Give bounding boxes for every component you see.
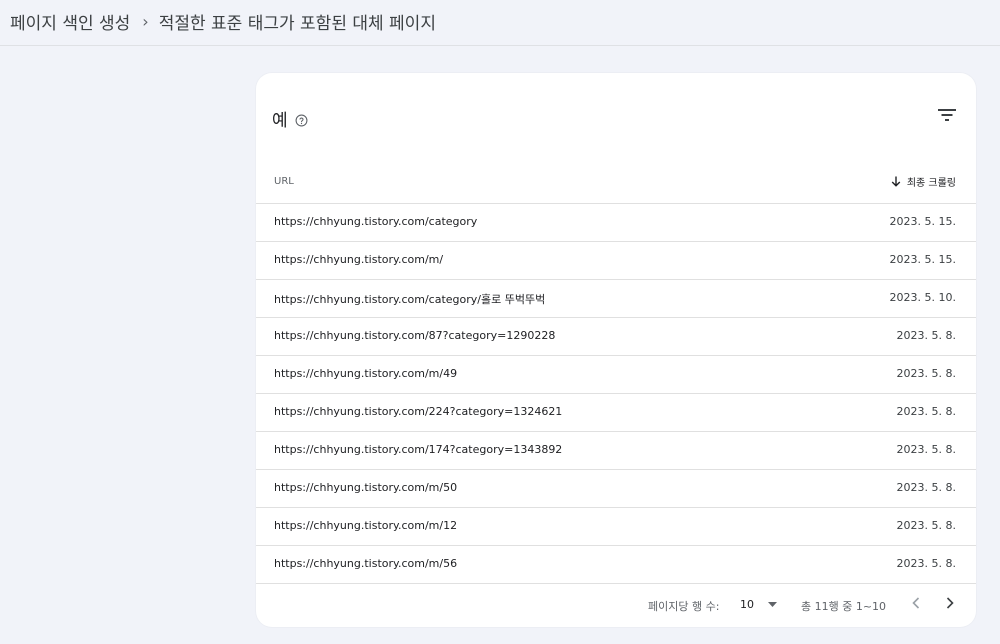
row-url[interactable]: https://chhyung.tistory.com/224?category…	[274, 405, 562, 418]
table-header: URL 최종 크롤링	[256, 162, 976, 204]
row-last-crawled-date: 2023. 5. 8.	[896, 367, 956, 380]
table-row[interactable]: https://chhyung.tistory.com/224?category…	[256, 394, 976, 432]
card-title: 예	[272, 106, 308, 131]
page-header: 페이지 색인 생성 › 적절한 표준 태그가 포함된 대체 페이지	[0, 0, 1000, 46]
row-last-crawled-date: 2023. 5. 15.	[889, 253, 956, 266]
breadcrumb-separator-icon: ›	[142, 12, 149, 31]
row-last-crawled-date: 2023. 5. 8.	[896, 329, 956, 342]
card-title-text: 예	[272, 111, 288, 131]
breadcrumb: 페이지 색인 생성 › 적절한 표준 태그가 포함된 대체 페이지	[10, 9, 436, 34]
table-row[interactable]: https://chhyung.tistory.com/87?category=…	[256, 318, 976, 356]
row-url[interactable]: https://chhyung.tistory.com/category	[274, 215, 477, 228]
table-row[interactable]: https://chhyung.tistory.com/category 2023…	[256, 204, 976, 242]
examples-card: 예 URL 최종 크롤링 https://chhyung.tistory.com…	[256, 73, 976, 627]
table-row[interactable]: https://chhyung.tistory.com/m/50 2023. 5.…	[256, 470, 976, 508]
row-last-crawled-date: 2023. 5. 8.	[896, 481, 956, 494]
row-last-crawled-date: 2023. 5. 8.	[896, 405, 956, 418]
breadcrumb-parent-link[interactable]: 페이지 색인 생성	[10, 9, 130, 34]
column-header-url[interactable]: URL	[274, 176, 294, 187]
row-url[interactable]: https://chhyung.tistory.com/m/50	[274, 481, 457, 494]
row-last-crawled-date: 2023. 5. 8.	[896, 557, 956, 570]
column-header-last-crawled-label: 최종 크롤링	[906, 178, 956, 189]
table-row[interactable]: https://chhyung.tistory.com/m/49 2023. 5.…	[256, 356, 976, 394]
chevron-right-icon	[946, 597, 954, 609]
rows-per-page-value: 10	[740, 598, 754, 611]
row-url[interactable]: https://chhyung.tistory.com/m/49	[274, 367, 457, 380]
page-range-label: 총 11행 중 1~10	[801, 600, 887, 613]
rows-per-page-label: 페이지당 행 수:	[648, 600, 720, 613]
row-url[interactable]: https://chhyung.tistory.com/87?category=…	[274, 329, 555, 342]
table-row[interactable]: https://chhyung.tistory.com/174?category…	[256, 432, 976, 470]
table-body: https://chhyung.tistory.com/category 2023…	[256, 204, 976, 584]
row-url[interactable]: https://chhyung.tistory.com/174?category…	[274, 443, 562, 456]
help-circle-icon[interactable]	[295, 114, 308, 127]
row-last-crawled-date: 2023. 5. 10.	[889, 291, 956, 304]
table-row[interactable]: https://chhyung.tistory.com/m/56 2023. 5.…	[256, 546, 976, 584]
chevron-left-icon	[912, 597, 920, 609]
row-url[interactable]: https://chhyung.tistory.com/m/12	[274, 519, 457, 532]
next-page-button[interactable]	[939, 592, 961, 614]
filter-icon[interactable]	[938, 108, 956, 122]
row-last-crawled-date: 2023. 5. 8.	[896, 443, 956, 456]
page-title: 적절한 표준 태그가 포함된 대체 페이지	[158, 14, 436, 34]
row-last-crawled-date: 2023. 5. 8.	[896, 519, 956, 532]
row-url[interactable]: https://chhyung.tistory.com/m/56	[274, 557, 457, 570]
pagination: 페이지당 행 수: 10 총 11행 중 1~10	[256, 588, 976, 618]
row-url[interactable]: https://chhyung.tistory.com/category/홀로 …	[274, 291, 545, 307]
arrow-down-icon	[891, 176, 901, 187]
row-url[interactable]: https://chhyung.tistory.com/m/	[274, 253, 443, 266]
row-last-crawled-date: 2023. 5. 15.	[889, 215, 956, 228]
examples-table: URL 최종 크롤링 https://chhyung.tistory.com/c…	[256, 162, 976, 584]
table-row[interactable]: https://chhyung.tistory.com/m/2023. 5. 1…	[256, 242, 976, 280]
table-row[interactable]: https://chhyung.tistory.com/m/12 2023. 5.…	[256, 508, 976, 546]
rows-per-page-select[interactable]: 10	[738, 594, 779, 615]
previous-page-button[interactable]	[905, 592, 927, 614]
column-header-last-crawled[interactable]: 최종 크롤링	[891, 174, 956, 189]
table-row[interactable]: https://chhyung.tistory.com/category/홀로 …	[256, 280, 976, 318]
dropdown-arrow-icon	[768, 602, 777, 607]
